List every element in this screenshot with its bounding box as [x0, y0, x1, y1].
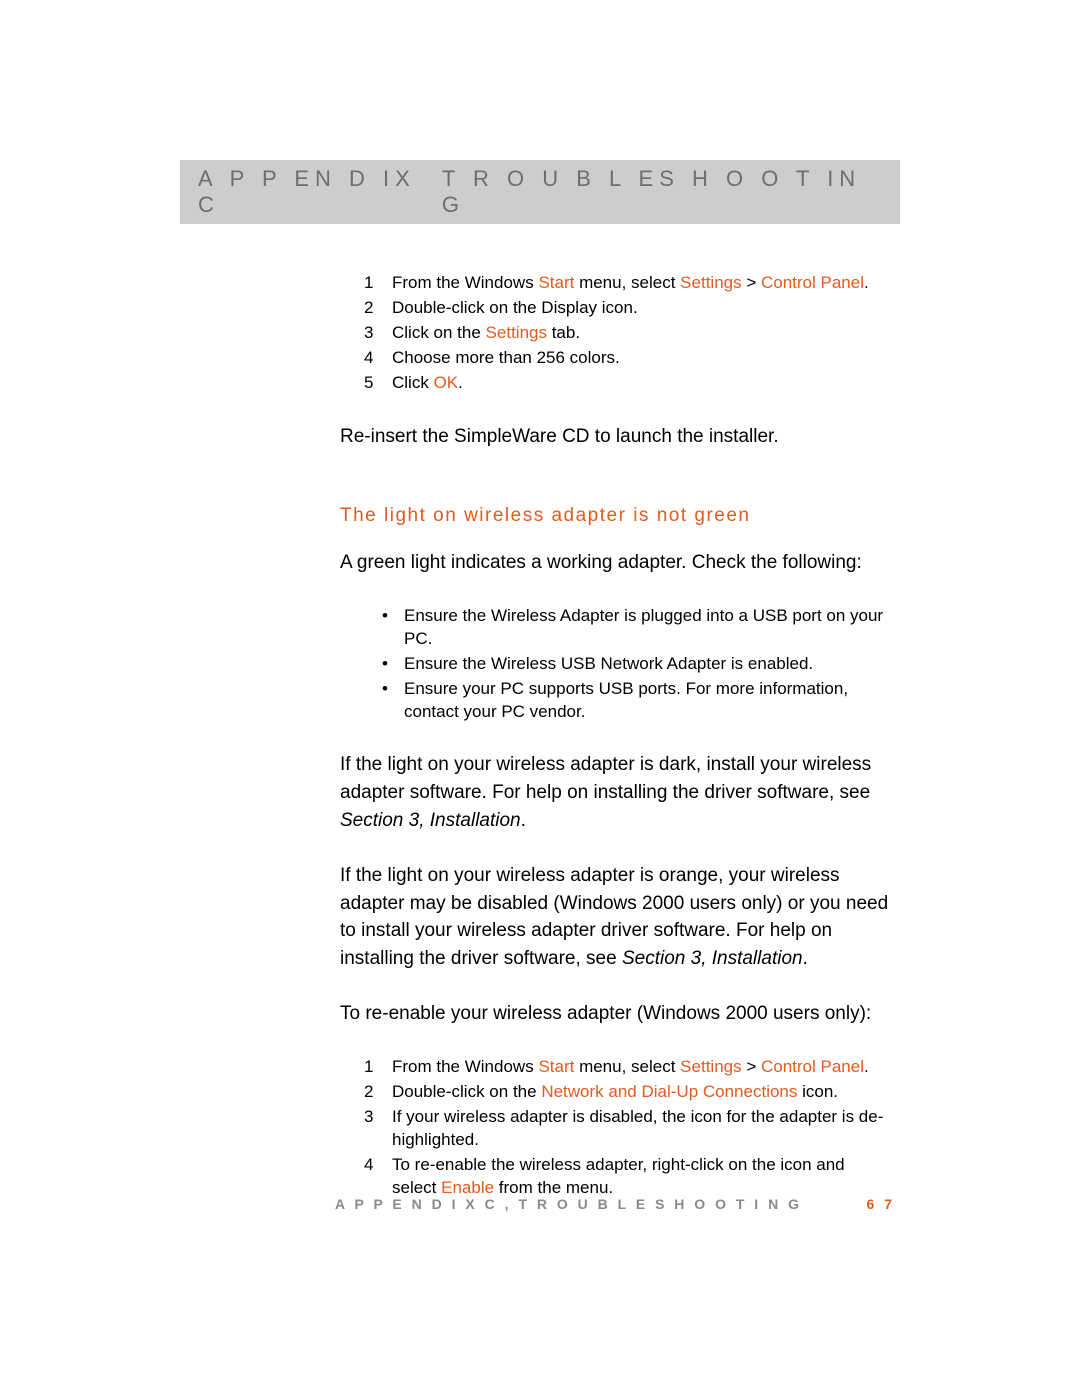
- list-item: •Ensure the Wireless USB Network Adapter…: [382, 653, 890, 676]
- bullet-text: Ensure your PC supports USB ports. For m…: [404, 678, 890, 724]
- ui-ref-ok: OK: [434, 373, 459, 392]
- step-number: 2: [364, 1081, 392, 1104]
- step-number: 1: [364, 1056, 392, 1079]
- list-item: 4 To re-enable the wireless adapter, rig…: [364, 1154, 890, 1200]
- list-item: 4 Choose more than 256 colors.: [364, 347, 890, 370]
- paragraph-reenable: To re-enable your wireless adapter (Wind…: [340, 1000, 890, 1028]
- list-item: 1 From the Windows Start menu, select Se…: [364, 272, 890, 295]
- ui-ref-settings: Settings: [680, 1057, 741, 1076]
- list-item: 2 Double-click on the Display icon.: [364, 297, 890, 320]
- section-heading-light: The light on wireless adapter is not gre…: [340, 505, 890, 527]
- bullet-icon: •: [382, 653, 404, 676]
- paragraph-reinsert: Re-insert the SimpleWare CD to launch th…: [340, 423, 890, 451]
- list-item: •Ensure the Wireless Adapter is plugged …: [382, 605, 890, 651]
- ui-ref-enable: Enable: [441, 1178, 494, 1197]
- step-number: 3: [364, 1106, 392, 1152]
- header-left: A P P EN D IX C: [198, 166, 442, 218]
- ui-ref-settings-tab: Settings: [486, 323, 547, 342]
- ui-ref-network-dialup: Network and Dial-Up Connections: [541, 1082, 797, 1101]
- bullet-icon: •: [382, 605, 404, 651]
- step-number: 2: [364, 297, 392, 320]
- step-text: From the Windows Start menu, select Sett…: [392, 1056, 890, 1079]
- bullet-text: Ensure the Wireless USB Network Adapter …: [404, 653, 890, 676]
- cross-ref: Section 3, Installation: [622, 948, 803, 969]
- step-number: 3: [364, 322, 392, 345]
- bullet-text: Ensure the Wireless Adapter is plugged i…: [404, 605, 890, 651]
- page-number: 6 7: [867, 1196, 895, 1212]
- cross-ref: Section 3, Installation: [340, 810, 521, 831]
- paragraph-orange: If the light on your wireless adapter is…: [340, 862, 890, 972]
- paragraph-green: A green light indicates a working adapte…: [340, 549, 890, 577]
- ui-ref-settings: Settings: [680, 273, 741, 292]
- step-number: 1: [364, 272, 392, 295]
- step-text: Click on the Settings tab.: [392, 322, 890, 345]
- steps-list-1: 1 From the Windows Start menu, select Se…: [364, 272, 890, 395]
- list-item: 3 If your wireless adapter is disabled, …: [364, 1106, 890, 1152]
- header-band: A P P EN D IX C T R O U B L ES H O O T I…: [180, 160, 900, 224]
- document-page: A P P EN D IX C T R O U B L ES H O O T I…: [0, 0, 1080, 1199]
- step-text: To re-enable the wireless adapter, right…: [392, 1154, 890, 1200]
- step-text: Click OK.: [392, 372, 890, 395]
- list-item: 5 Click OK.: [364, 372, 890, 395]
- list-item: •Ensure your PC supports USB ports. For …: [382, 678, 890, 724]
- ui-ref-control-panel: Control Panel: [761, 1057, 864, 1076]
- bullet-list: •Ensure the Wireless Adapter is plugged …: [382, 605, 890, 724]
- ui-ref-start: Start: [538, 273, 574, 292]
- ui-ref-start: Start: [538, 1057, 574, 1076]
- list-item: 2 Double-click on the Network and Dial-U…: [364, 1081, 890, 1104]
- step-text: If your wireless adapter is disabled, th…: [392, 1106, 890, 1152]
- step-number: 4: [364, 1154, 392, 1200]
- steps-list-2: 1 From the Windows Start menu, select Se…: [364, 1056, 890, 1200]
- header-right: T R O U B L ES H O O T IN G: [442, 166, 882, 218]
- content-area: 1 From the Windows Start menu, select Se…: [180, 272, 900, 1199]
- ui-ref-control-panel: Control Panel: [761, 273, 864, 292]
- step-text: Double-click on the Network and Dial-Up …: [392, 1081, 890, 1104]
- list-item: 3 Click on the Settings tab.: [364, 322, 890, 345]
- list-item: 1 From the Windows Start menu, select Se…: [364, 1056, 890, 1079]
- step-text: Choose more than 256 colors.: [392, 347, 890, 370]
- step-text: Double-click on the Display icon.: [392, 297, 890, 320]
- paragraph-dark: If the light on your wireless adapter is…: [340, 751, 890, 834]
- footer-text: A P P E N D I X C , T R O U B L E S H O …: [335, 1196, 802, 1212]
- step-text: From the Windows Start menu, select Sett…: [392, 272, 890, 295]
- bullet-icon: •: [382, 678, 404, 724]
- step-number: 5: [364, 372, 392, 395]
- page-footer: A P P E N D I X C , T R O U B L E S H O …: [335, 1196, 895, 1212]
- step-number: 4: [364, 347, 392, 370]
